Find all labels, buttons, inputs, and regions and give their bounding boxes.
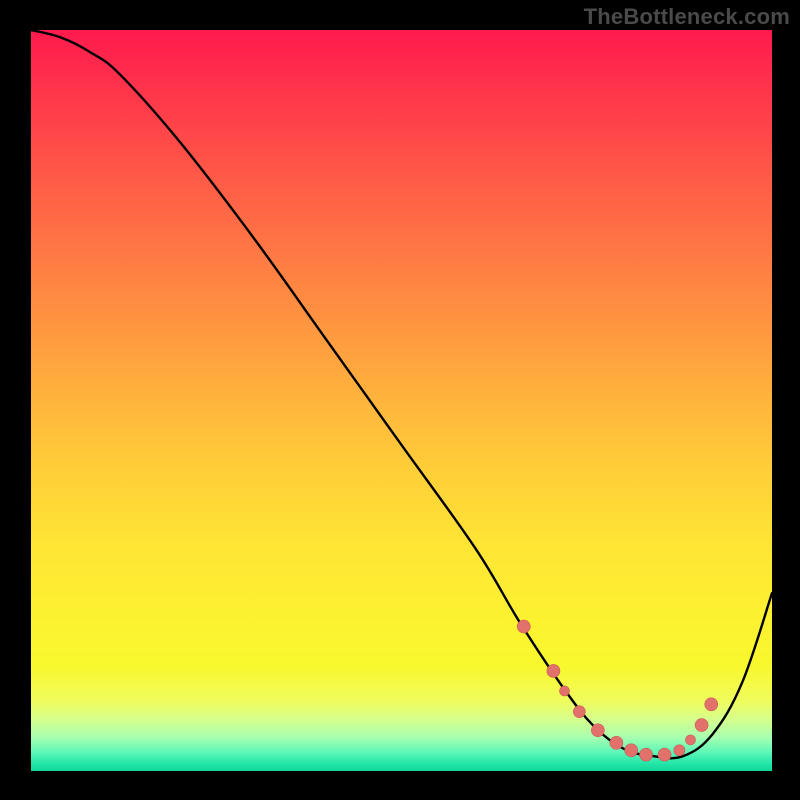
gradient-background [31, 30, 772, 771]
highlight-dot [640, 748, 653, 761]
highlight-dot [517, 620, 530, 633]
bottleneck-chart [0, 0, 800, 800]
highlight-dot [695, 719, 708, 732]
chart-frame: { "watermark": "TheBottleneck.com", "col… [0, 0, 800, 800]
highlight-dot [685, 735, 695, 745]
highlight-dot [625, 744, 638, 757]
highlight-dot [658, 748, 671, 761]
highlight-dot [560, 686, 570, 696]
highlight-dot [591, 724, 604, 737]
highlight-dot [610, 736, 623, 749]
highlight-dot [674, 745, 685, 756]
watermark-text: TheBottleneck.com [584, 4, 790, 30]
highlight-dot [547, 664, 560, 677]
highlight-dot [573, 706, 585, 718]
highlight-dot [705, 698, 718, 711]
